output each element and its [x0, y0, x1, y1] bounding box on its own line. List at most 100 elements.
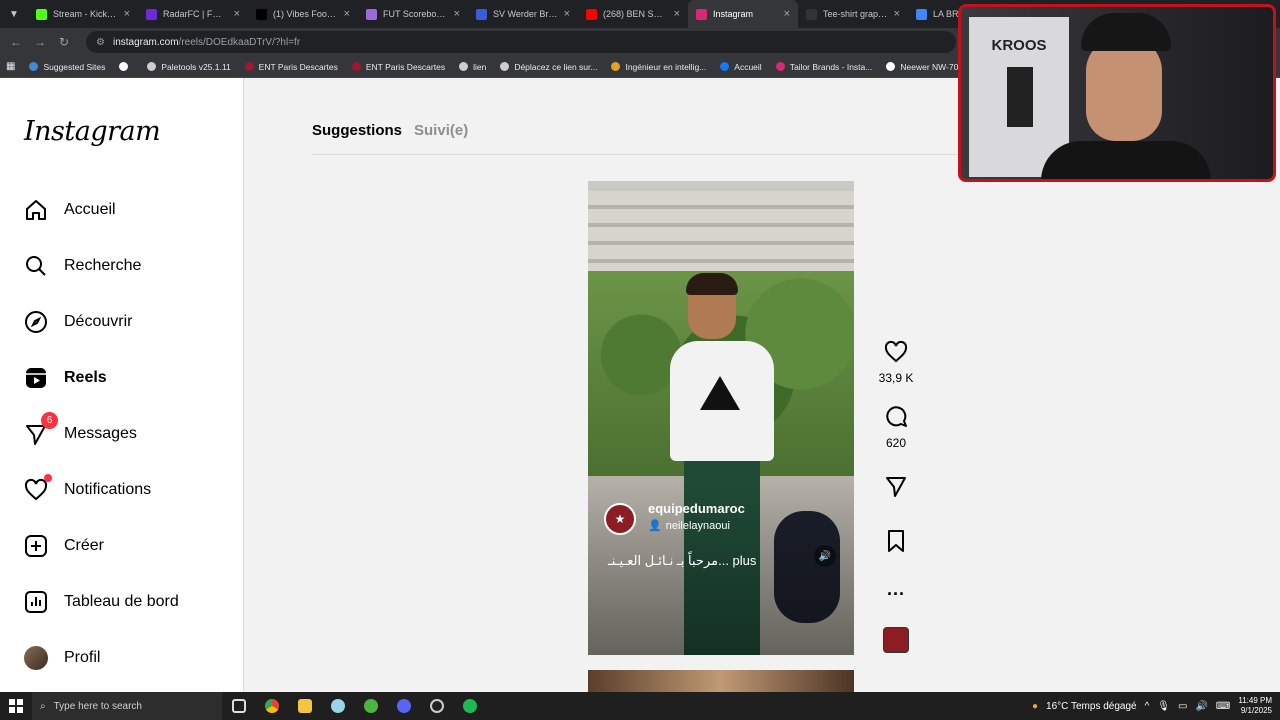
tab-favicon-icon — [916, 8, 927, 20]
address-bar[interactable]: ⚙ instagram.com/reels/DOEdkaaDTrV/?hl=fr — [86, 31, 956, 53]
tab-title: Stream - Kick Das — [53, 9, 118, 19]
windows-start-icon[interactable] — [0, 692, 32, 720]
task-view-icon[interactable] — [222, 692, 255, 720]
back-arrow-icon[interactable]: ← — [4, 35, 28, 49]
browser-tab[interactable]: SV Werder Breme × — [468, 0, 578, 28]
bookmark-item[interactable]: Suggested Sites — [29, 62, 105, 72]
nav-label: Notifications — [64, 481, 152, 498]
close-tab-icon[interactable]: × — [234, 8, 240, 20]
audio-cover — [883, 627, 909, 653]
like-button[interactable]: 33,9 K — [878, 340, 914, 385]
weather-text[interactable]: 16°C Temps dégagé — [1046, 701, 1137, 712]
nav-notifications[interactable]: Notifications — [24, 474, 152, 502]
nav-dashboard[interactable]: Tableau de bord — [24, 590, 179, 614]
reel-username[interactable]: equipedumaroc — [648, 501, 745, 516]
browser-tab[interactable]: Tee-shirt graphiq × — [798, 0, 908, 28]
share-button[interactable] — [884, 474, 908, 501]
bookmark-label: ENT Paris Descartes — [365, 61, 446, 72]
like-count: 33,9 K — [878, 371, 914, 385]
close-tab-icon[interactable]: × — [564, 8, 570, 20]
volume-icon[interactable]: 🔊 — [814, 545, 836, 567]
chrome-icon[interactable] — [255, 692, 288, 720]
notification-dot — [44, 474, 52, 482]
tab-favicon-icon — [696, 8, 707, 20]
bookmark-item[interactable]: Déplacez ce lien sur... — [500, 62, 597, 72]
bookmark-item[interactable]: ENT Paris Descartes — [244, 62, 338, 72]
comment-button[interactable]: 620 — [884, 405, 908, 450]
browser-tab[interactable]: FUT Scoreboard × — [358, 0, 468, 28]
site-info-icon[interactable]: ⚙ — [96, 37, 105, 48]
bookmark-favicon-icon — [244, 62, 254, 71]
taskbar-search[interactable]: ⌕ Type here to search — [32, 692, 222, 720]
comment-icon — [884, 405, 908, 432]
reel-audio-thumbnail[interactable] — [883, 627, 909, 653]
next-reel-preview[interactable] — [588, 670, 854, 692]
nav-explore[interactable]: Découvrir — [24, 310, 132, 334]
volume-icon[interactable]: 🔊 — [1195, 701, 1207, 712]
nav-reels[interactable]: Reels — [24, 366, 107, 390]
nav-create[interactable]: Créer — [24, 534, 104, 558]
tab-favicon-icon — [256, 8, 267, 20]
app-icon[interactable] — [321, 692, 354, 720]
compass-icon — [24, 310, 48, 334]
nav-messages[interactable]: 6 Messages — [24, 412, 137, 446]
bookmark-item[interactable]: Ingénieur en intellig... — [611, 62, 706, 72]
bookmark-item[interactable]: Paletools v25.1.11 — [147, 62, 231, 72]
nav-home[interactable]: Accueil — [24, 198, 116, 222]
bookmark-item[interactable] — [119, 62, 133, 72]
chevron-up-icon[interactable]: ^ — [1145, 701, 1150, 712]
more-options-icon[interactable]: ··· — [887, 584, 905, 605]
search-placeholder: Type here to search — [53, 700, 142, 712]
bookmark-label: Ingénieur en intellig... — [625, 61, 707, 72]
close-tab-icon[interactable]: × — [344, 8, 350, 20]
spotify-icon[interactable] — [453, 692, 486, 720]
file-explorer-icon[interactable] — [288, 692, 321, 720]
bookmark-item[interactable]: ENT Paris Descartes — [351, 61, 446, 72]
clock[interactable]: 11:49 PM 9/1/2025 — [1238, 696, 1272, 716]
nav-profile[interactable]: Profil — [24, 646, 100, 670]
browser-tab[interactable]: RadarFC | FC26 D × — [138, 0, 248, 28]
language-icon[interactable]: ⌨ — [1216, 701, 1230, 712]
bookmark-item[interactable]: Accueil — [720, 62, 762, 72]
reel-tagged-user[interactable]: 👤 neilelaynaoui — [648, 519, 730, 533]
browser-tab[interactable]: Stream - Kick Das × — [28, 0, 138, 28]
nav-label: Tableau de bord — [64, 593, 179, 610]
browser-tab[interactable]: (268) BEN SGHIR × — [578, 0, 688, 28]
tab-following[interactable]: Suivi(e) — [414, 122, 468, 139]
microphone-icon[interactable]: 🎙 — [1157, 701, 1170, 712]
network-icon[interactable]: ▭ — [1178, 701, 1187, 712]
save-button[interactable] — [884, 529, 908, 556]
discord-icon[interactable] — [387, 692, 420, 720]
close-tab-icon[interactable]: × — [894, 8, 900, 20]
close-tab-icon[interactable]: × — [784, 8, 790, 20]
reel-caption[interactable]: مرحباً بـ نـائـل العـيـنـ... plus — [608, 553, 756, 569]
home-icon — [24, 198, 48, 222]
close-tab-icon[interactable]: × — [124, 8, 130, 20]
close-tab-icon[interactable]: × — [454, 8, 460, 20]
bookmark-label: Déplacez ce lien sur... — [514, 61, 598, 72]
nav-label: Recherche — [64, 257, 142, 274]
obs-icon[interactable] — [420, 692, 453, 720]
search-icon: ⌕ — [40, 700, 46, 712]
nav-label: Découvrir — [64, 313, 133, 330]
app-green-icon[interactable] — [354, 692, 387, 720]
weather-icon: ● — [1032, 700, 1039, 712]
reel-author-avatar[interactable]: ★ — [604, 503, 636, 535]
browser-tab[interactable]: Instagram × — [688, 0, 798, 28]
browser-tab[interactable]: (1) Vibes Foot on × — [248, 0, 358, 28]
close-tab-icon[interactable]: × — [674, 8, 680, 20]
tab-suggestions[interactable]: Suggestions — [312, 122, 402, 139]
bookmark-label: Tailor Brands - Insta... — [789, 61, 873, 72]
tab-favicon-icon — [36, 8, 47, 20]
bookmark-item[interactable]: lien — [459, 62, 486, 72]
tab-search-chevron-icon[interactable]: ▼ — [0, 0, 28, 28]
apps-grid-icon[interactable]: ▦ — [6, 61, 15, 72]
instagram-logo[interactable]: Instagram — [24, 116, 161, 147]
reload-icon[interactable]: ↻ — [52, 35, 76, 49]
bookmark-favicon-icon — [611, 62, 621, 71]
url-path: /reels/DOEdkaaDTrV/?hl=fr — [178, 36, 301, 48]
reel-video[interactable]: ★ equipedumaroc 👤 neilelaynaoui مرحباً ب… — [588, 181, 854, 655]
nav-search[interactable]: Recherche — [24, 254, 141, 278]
bookmark-item[interactable]: Tailor Brands - Insta... — [775, 61, 873, 72]
forward-arrow-icon[interactable]: → — [28, 35, 52, 49]
